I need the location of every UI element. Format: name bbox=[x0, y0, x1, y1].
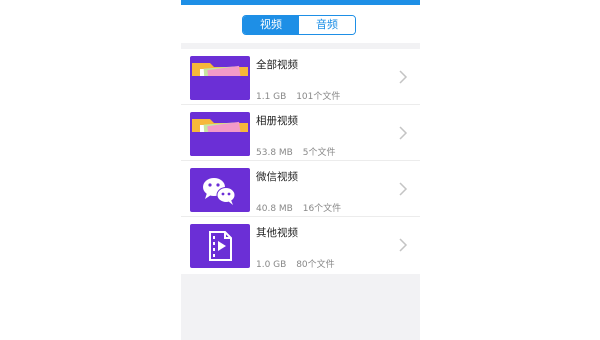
chevron-right-icon bbox=[396, 181, 410, 197]
wechat-icon bbox=[190, 168, 250, 212]
tab-bar: 视频 音频 bbox=[181, 5, 420, 43]
folder-icon bbox=[190, 112, 250, 156]
item-size: 40.8 MB bbox=[256, 204, 293, 214]
item-size: 1.1 GB bbox=[256, 92, 287, 102]
chevron-right-icon bbox=[396, 237, 410, 253]
item-meta: 53.8 MB 5个文件 bbox=[256, 145, 335, 158]
media-type-switch: 视频 音频 bbox=[242, 15, 356, 35]
item-meta: 40.8 MB 16个文件 bbox=[256, 201, 341, 214]
phone-screen: 视频 音频 全部视频 1.1 GB 101个文件 相册视频 53.8 MB 5个… bbox=[181, 0, 420, 340]
list-item-wechat-videos[interactable]: 微信视频 40.8 MB 16个文件 bbox=[181, 161, 420, 217]
video-category-list: 全部视频 1.1 GB 101个文件 相册视频 53.8 MB 5个文件 微信视… bbox=[181, 49, 420, 274]
list-item-album-videos[interactable]: 相册视频 53.8 MB 5个文件 bbox=[181, 105, 420, 161]
item-size: 53.8 MB bbox=[256, 148, 293, 158]
item-title: 微信视频 bbox=[256, 171, 298, 183]
chevron-right-icon bbox=[396, 69, 410, 85]
video-file-icon bbox=[190, 224, 250, 268]
item-count: 16个文件 bbox=[302, 204, 342, 214]
item-title: 全部视频 bbox=[256, 59, 298, 71]
tab-audio[interactable]: 音频 bbox=[299, 16, 355, 34]
list-item-other-videos[interactable]: 其他视频 1.0 GB 80个文件 bbox=[181, 217, 420, 274]
folder-icon bbox=[190, 56, 250, 100]
item-count: 5个文件 bbox=[302, 148, 336, 158]
item-count: 80个文件 bbox=[296, 260, 335, 270]
item-title: 其他视频 bbox=[256, 227, 298, 239]
item-meta: 1.1 GB 101个文件 bbox=[256, 89, 340, 102]
item-meta: 1.0 GB 80个文件 bbox=[256, 257, 335, 270]
chevron-right-icon bbox=[396, 125, 410, 141]
item-count: 101个文件 bbox=[296, 92, 341, 102]
item-size: 1.0 GB bbox=[256, 260, 287, 270]
item-title: 相册视频 bbox=[256, 115, 298, 127]
tab-video[interactable]: 视频 bbox=[243, 16, 299, 34]
list-item-all-videos[interactable]: 全部视频 1.1 GB 101个文件 bbox=[181, 49, 420, 105]
